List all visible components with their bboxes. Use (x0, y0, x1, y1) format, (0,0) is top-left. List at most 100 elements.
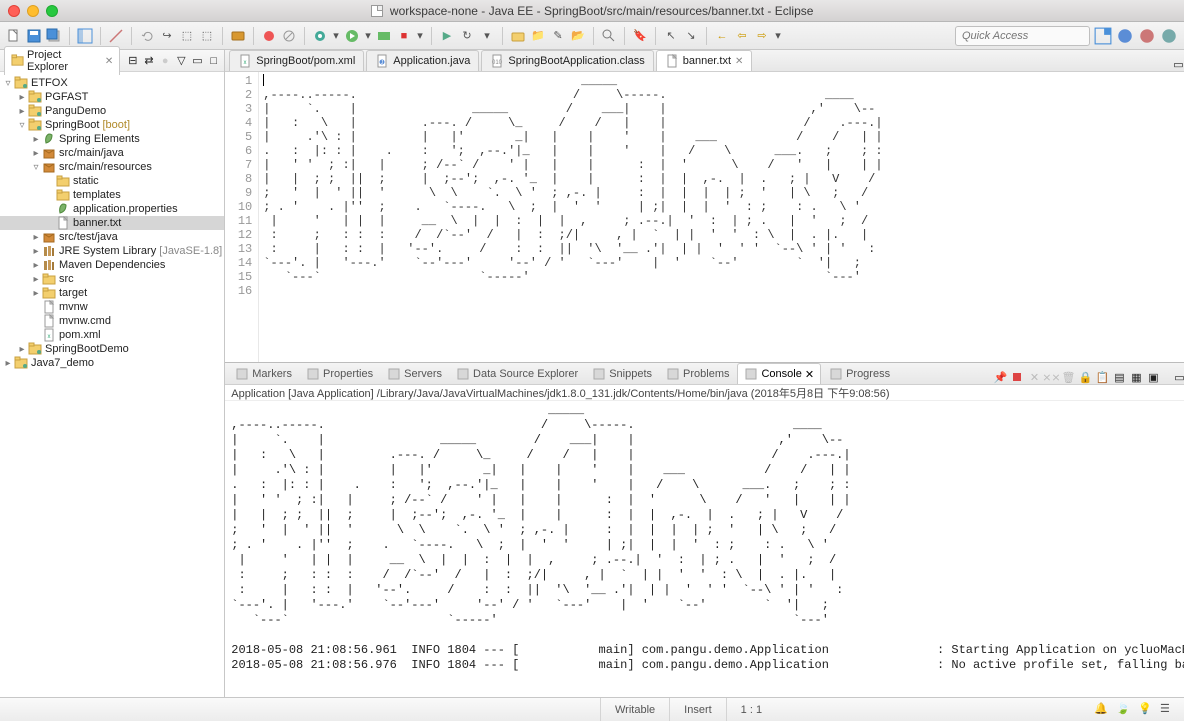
disclosure-icon[interactable]: ▸ (16, 344, 28, 355)
editor-body[interactable]: 12345678910111213141516 _____,----..----… (225, 72, 1184, 362)
inherit-icon[interactable]: ⬚ (179, 28, 195, 44)
debug-drop-icon[interactable]: ▾ (332, 28, 340, 44)
maximize-view-icon[interactable]: □ (207, 54, 220, 68)
trim-updates-icon[interactable]: 🔔 (1094, 702, 1110, 718)
debug-icon[interactable] (312, 28, 328, 44)
open-type-icon[interactable]: 📂 (570, 28, 586, 44)
jee-perspective-icon[interactable] (1116, 27, 1134, 45)
remove-all-icon[interactable]: ⨯⨯ (1044, 370, 1058, 384)
tree-item[interactable]: ▸PGFAST (0, 90, 224, 104)
tree-item[interactable]: ▸target (0, 286, 224, 300)
project-explorer-tab[interactable]: Project Explorer ✕ (4, 46, 120, 75)
quick-access-input[interactable] (955, 26, 1090, 46)
skip-icon[interactable] (281, 28, 297, 44)
editor-tab[interactable]: xSpringBoot/pom.xml (229, 50, 364, 71)
disclosure-icon[interactable]: ▸ (30, 288, 42, 299)
prev-annotation-icon[interactable]: ↖ (663, 28, 679, 44)
disclosure-icon[interactable]: ▸ (30, 274, 42, 285)
bottom-tab-markers[interactable]: Markers (229, 364, 298, 384)
undo-icon[interactable] (139, 28, 155, 44)
run-on-server-icon[interactable]: ▶ (439, 28, 455, 44)
bottom-tab-servers[interactable]: Servers (381, 364, 448, 384)
wand-icon[interactable] (108, 28, 124, 44)
next-annotation-icon[interactable]: ↘ (683, 28, 699, 44)
scroll-lock-icon[interactable]: 🔒 (1078, 370, 1092, 384)
project-tree[interactable]: ▿ETFOX▸PGFAST▸PanguDemo▿SpringBoot [boot… (0, 72, 224, 697)
code-area[interactable]: _____,----..-----. / \-----. ____| `. | … (259, 72, 1184, 362)
close-view-icon[interactable]: ✕ (105, 56, 113, 67)
clear-console-icon[interactable]: 🗑 (1061, 370, 1075, 384)
disclosure-icon[interactable]: ▸ (16, 92, 28, 103)
bmin-icon[interactable]: ▭ (1172, 370, 1184, 384)
tree-item[interactable]: ▸PanguDemo (0, 104, 224, 118)
run-icon[interactable] (344, 28, 360, 44)
hier-icon[interactable]: ⬚ (199, 28, 215, 44)
disclosure-icon[interactable]: ▸ (30, 134, 42, 145)
save-all-icon[interactable] (46, 28, 62, 44)
bottom-tab-data-source-explorer[interactable]: Data Source Explorer (450, 364, 584, 384)
disclosure-icon[interactable]: ▸ (30, 232, 42, 243)
pin-console-icon[interactable]: 📌 (993, 370, 1007, 384)
ext-tools-icon[interactable]: ▾ (479, 28, 495, 44)
collapse-all-icon[interactable]: ⊟ (126, 54, 139, 68)
link-editor-icon[interactable]: ⇄ (142, 54, 155, 68)
tree-item[interactable]: banner.txt (0, 216, 224, 230)
new-icon[interactable] (6, 28, 22, 44)
fwd-nav-icon[interactable]: ⇨ (754, 28, 770, 44)
tree-item[interactable]: ▸src (0, 272, 224, 286)
new-class-icon[interactable]: 📁 (530, 28, 546, 44)
focus-task-icon[interactable]: ● (159, 54, 172, 68)
bottom-tab-properties[interactable]: Properties (300, 364, 379, 384)
tree-item[interactable]: ▸Maven Dependencies (0, 258, 224, 272)
coverage-icon[interactable]: ■ (396, 28, 412, 44)
console-output[interactable]: _____ ,----..-----. / \-----. ____ | `. … (225, 401, 1184, 695)
disclosure-icon[interactable]: ▿ (30, 162, 42, 173)
prev-edit-icon[interactable]: ← (714, 28, 730, 44)
search-icon[interactable] (601, 28, 617, 44)
bottom-tab-snippets[interactable]: Snippets (586, 364, 658, 384)
tree-item[interactable]: ▸Spring Elements (0, 132, 224, 146)
minimize-view-icon[interactable]: ▭ (191, 54, 204, 68)
stop-icon[interactable] (261, 28, 277, 44)
disclosure-icon[interactable]: ▸ (30, 148, 42, 159)
disclosure-icon[interactable]: ▸ (2, 358, 14, 369)
tree-item[interactable]: mvnw (0, 300, 224, 314)
show-console-icon[interactable]: 📋 (1095, 370, 1109, 384)
remove-launch-icon[interactable]: ✕ (1027, 370, 1041, 384)
tree-item[interactable]: static (0, 174, 224, 188)
editor-minimize-icon[interactable]: ▭ (1171, 57, 1184, 71)
open-console-icon[interactable]: ▤ (1112, 370, 1126, 384)
tree-item[interactable]: ▿src/main/resources (0, 160, 224, 174)
tree-item[interactable]: xpom.xml (0, 328, 224, 342)
trim-tip-icon[interactable]: 💡 (1138, 702, 1154, 718)
disclosure-icon[interactable]: ▿ (16, 120, 28, 131)
tree-item[interactable]: ▸src/main/java (0, 146, 224, 160)
editor-tab[interactable]: 010SpringBootApplication.class (481, 50, 653, 71)
trim-overview-icon[interactable]: ☰ (1160, 702, 1176, 718)
tree-item[interactable]: mvnw.cmd (0, 314, 224, 328)
java-perspective-icon[interactable] (1138, 27, 1156, 45)
tree-item[interactable]: ▸SpringBootDemo (0, 342, 224, 356)
coverage-drop-icon[interactable]: ▾ (416, 28, 424, 44)
trim-spring-icon[interactable]: 🍃 (1116, 702, 1132, 718)
close-tab-icon[interactable]: ✕ (805, 368, 814, 381)
run-last-icon[interactable] (376, 28, 392, 44)
save-icon[interactable] (26, 28, 42, 44)
terminate-icon[interactable] (1010, 370, 1024, 384)
disclosure-icon[interactable]: ▿ (2, 78, 14, 89)
tree-item[interactable]: ▿ETFOX (0, 76, 224, 90)
editor-tab[interactable]: JApplication.java (366, 50, 479, 71)
toggle-mark-icon[interactable]: 🔖 (632, 28, 648, 44)
editor-tab[interactable]: banner.txt✕ (656, 50, 753, 71)
perspective-icon[interactable] (77, 28, 93, 44)
new-bean-icon[interactable]: ✎ (550, 28, 566, 44)
new-pkg-icon[interactable] (510, 28, 526, 44)
new-console-icon[interactable]: ▣ (1146, 370, 1160, 384)
tree-item[interactable]: ▸src/test/java (0, 230, 224, 244)
bottom-tab-problems[interactable]: Problems (660, 364, 735, 384)
tree-item[interactable]: templates (0, 188, 224, 202)
display-selected-icon[interactable]: ▦ (1129, 370, 1143, 384)
tree-item[interactable]: ▸Java7_demo (0, 356, 224, 370)
bottom-tab-console[interactable]: Console✕ (737, 363, 821, 384)
tree-item[interactable]: application.properties (0, 202, 224, 216)
